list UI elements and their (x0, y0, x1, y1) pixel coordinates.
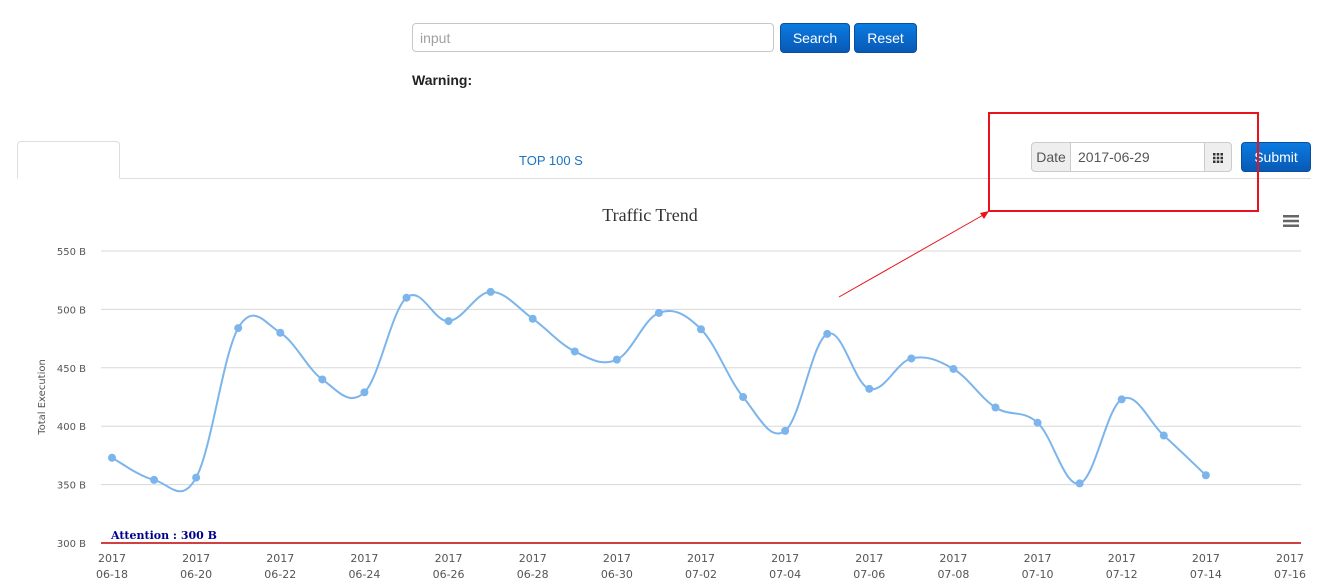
x-tick-label-year: 2017 (1024, 552, 1052, 565)
data-point (1033, 418, 1042, 427)
x-tick-label-year: 2017 (687, 552, 715, 565)
data-point (865, 384, 874, 393)
traffic-trend-chart: 300 B 350 B 400 B 450 B 500 B 550 B Total Exec… (37, 211, 1306, 581)
annotation-arrow-line (838, 213, 986, 298)
y-axis-title: Total Execution (37, 359, 48, 436)
x-tick-label-year: 2017 (1276, 552, 1304, 565)
x-tick-label-year: 2017 (98, 552, 126, 565)
x-tick-label-date: 06-18 (96, 568, 128, 581)
y-tick-label: 500 B (57, 305, 86, 316)
x-tick-label-year: 2017 (519, 552, 547, 565)
data-point (697, 325, 705, 334)
data-point (1075, 479, 1084, 488)
x-tick-label-year: 2017 (771, 552, 799, 565)
x-tick-label-year: 2017 (435, 552, 463, 565)
data-point (612, 355, 621, 364)
x-tick-label-year: 2017 (939, 552, 967, 565)
x-tick-label-date: 07-10 (1022, 568, 1054, 581)
x-tick-label-date: 07-06 (853, 568, 885, 581)
data-point (234, 324, 243, 333)
data-point (1201, 471, 1210, 480)
x-tick-label-date: 07-04 (769, 568, 801, 581)
y-tick-label: 300 B (57, 539, 86, 550)
data-point (739, 393, 748, 401)
data-point (654, 308, 663, 317)
data-point (444, 317, 453, 326)
annotation-highlight-box (988, 112, 1259, 212)
data-point (192, 473, 201, 482)
data-point (1117, 395, 1126, 404)
x-tick-label-date: 06-30 (601, 568, 633, 581)
y-tick-label: 550 B (57, 247, 86, 258)
y-tick-label: 350 B (57, 481, 86, 492)
x-tick-label-date: 06-24 (348, 568, 380, 581)
data-point (823, 329, 832, 338)
attention-label: Attention : 300 B (110, 529, 217, 542)
data-point (108, 453, 116, 462)
x-tick-label-date: 06-22 (264, 568, 296, 581)
x-tick-label-year: 2017 (603, 552, 631, 565)
page: Search Reset Warning: TOP 100 S Date Sub… (0, 0, 1339, 584)
x-tick-label-date: 07-08 (937, 568, 969, 581)
x-tick-label-date: 07-12 (1106, 568, 1138, 581)
x-tick-label-date: 07-14 (1190, 568, 1222, 581)
data-point (1159, 431, 1168, 440)
data-point (991, 403, 1000, 412)
data-point (276, 328, 285, 337)
data-point (949, 364, 958, 373)
x-tick-label-year: 2017 (1192, 552, 1220, 565)
x-tick-label-date: 06-28 (517, 568, 549, 581)
x-tick-label-date: 06-20 (180, 568, 212, 581)
x-tick-label-date: 07-16 (1274, 568, 1306, 581)
data-point (781, 426, 790, 435)
x-tick-label-year: 2017 (855, 552, 883, 565)
x-tick-label-year: 2017 (350, 552, 378, 565)
annotation-arrowhead (980, 211, 989, 219)
data-point (528, 314, 537, 323)
data-point (570, 347, 579, 356)
data-point (402, 293, 411, 302)
data-point (360, 388, 369, 397)
data-point (150, 475, 159, 484)
data-point (318, 375, 327, 384)
y-tick-label: 450 B (57, 364, 86, 375)
y-tick-label: 400 B (57, 422, 86, 433)
x-tick-label-date: 06-26 (433, 568, 465, 581)
x-tick-label-year: 2017 (266, 552, 294, 565)
x-tick-label-year: 2017 (182, 552, 210, 565)
x-tick-label-date: 07-02 (685, 568, 717, 581)
x-tick-label-year: 2017 (1108, 552, 1136, 565)
series-line (111, 290, 1207, 493)
data-point (486, 287, 495, 296)
data-point (907, 354, 916, 363)
